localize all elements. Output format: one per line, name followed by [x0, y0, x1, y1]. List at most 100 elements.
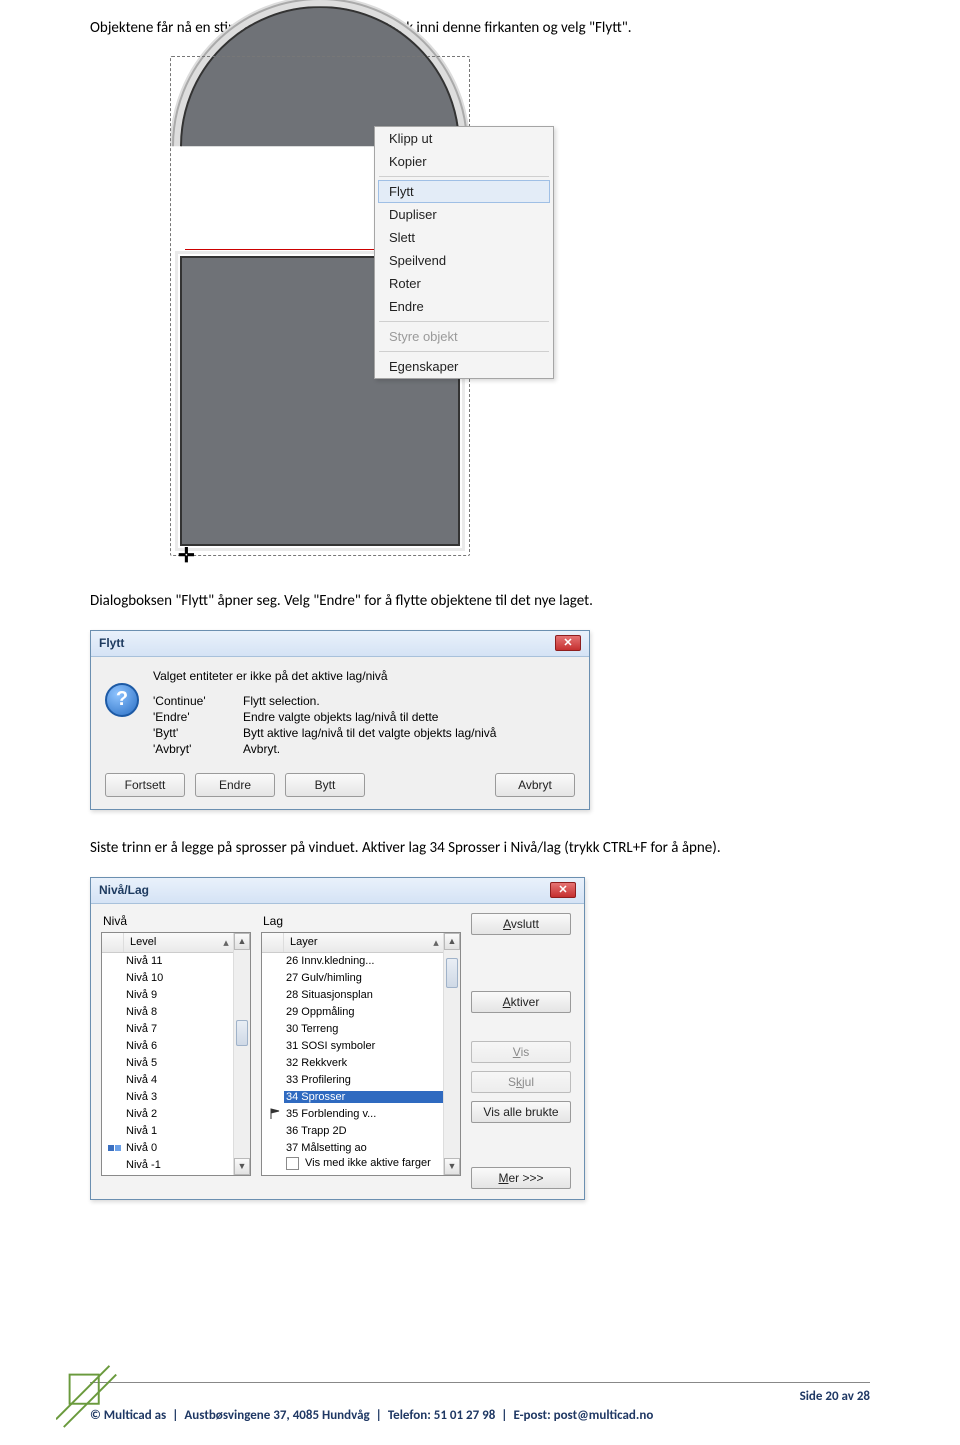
list-item[interactable]: Nivå 2 — [102, 1106, 233, 1123]
list-item[interactable]: 31 SOSI symboler — [262, 1038, 443, 1055]
list-item[interactable]: Nivå -1 — [102, 1157, 233, 1174]
list-item[interactable]: 33 Profilering — [262, 1072, 443, 1089]
scroll-thumb[interactable] — [446, 958, 458, 988]
lag-listbox[interactable]: Layer ▴ 26 Innv.kledning...27 Gulv/himli… — [261, 932, 461, 1176]
scroll-down-icon[interactable]: ▼ — [444, 1158, 460, 1175]
def-val: Flytt selection. — [243, 693, 320, 709]
paragraph-3: Siste trinn er å legge på sprosser på vi… — [90, 838, 870, 858]
page-number: Side 20 av 28 — [800, 1389, 870, 1404]
scrollbar[interactable]: ▲ ▼ — [443, 933, 460, 1175]
checkbox-label: Vis med ikke aktive farger — [305, 1157, 431, 1169]
scroll-up-icon[interactable]: ▲ — [444, 933, 460, 950]
menu-item-klipp-ut[interactable]: Klipp ut — [375, 127, 553, 150]
endre-button[interactable]: Endre — [195, 773, 275, 797]
list-item[interactable]: Nivå 1 — [102, 1123, 233, 1140]
scroll-up-icon[interactable]: ▲ — [234, 933, 250, 950]
list-item-label: Nivå 5 — [124, 1057, 233, 1069]
list-item[interactable]: Nivå 7 — [102, 1021, 233, 1038]
menu-item-roter[interactable]: Roter — [375, 272, 553, 295]
footer-logo — [56, 1361, 124, 1429]
list-item[interactable]: 37 Målsetting ao — [262, 1140, 443, 1157]
skjul-button[interactable]: Skjul — [471, 1071, 571, 1093]
list-item[interactable]: Nivå 4 — [102, 1072, 233, 1089]
list-item[interactable]: 35 Forblending v... — [262, 1106, 443, 1123]
close-button[interactable]: ✕ — [550, 882, 576, 898]
checkbox-row[interactable]: Vis med ikke aktive farger — [262, 1157, 443, 1172]
def-val: Endre valgte objekts lag/nivå til dette — [243, 709, 438, 725]
close-button[interactable]: ✕ — [555, 635, 581, 651]
menu-item-endre[interactable]: Endre — [375, 295, 553, 318]
footer-phone: Telefon: 51 01 27 98 — [388, 1408, 495, 1423]
list-item-label: Nivå 4 — [124, 1074, 233, 1086]
list-item[interactable]: Nivå 10 — [102, 970, 233, 987]
checkbox[interactable] — [286, 1157, 299, 1170]
scroll-down-icon[interactable]: ▼ — [234, 1158, 250, 1175]
def-key: 'Bytt' — [153, 725, 233, 741]
menu-item-slett[interactable]: Slett — [375, 226, 553, 249]
scroll-thumb[interactable] — [236, 1020, 248, 1046]
list-item-label: 36 Trapp 2D — [284, 1125, 443, 1137]
niva-label: Nivå — [101, 912, 251, 932]
layer-icon — [266, 1108, 284, 1120]
list-item[interactable]: 26 Innv.kledning... — [262, 953, 443, 970]
list-item-label: 28 Situasjonsplan — [284, 989, 443, 1001]
list-item[interactable]: 36 Trapp 2D — [262, 1123, 443, 1140]
menu-item-egenskaper[interactable]: Egenskaper — [375, 355, 553, 378]
list-item[interactable]: 34 Sprosser — [262, 1089, 443, 1106]
list-item-label: 29 Oppmåling — [284, 1006, 443, 1018]
list-item-label: Nivå 0 — [124, 1142, 233, 1154]
aktiver-button[interactable]: Aktiver — [471, 991, 571, 1013]
bytt-button[interactable]: Bytt — [285, 773, 365, 797]
def-key: 'Continue' — [153, 693, 233, 709]
list-item[interactable]: Nivå 6 — [102, 1038, 233, 1055]
niva-listbox[interactable]: Level ▴ Nivå 11Nivå 10 Nivå 9 Nivå 8Nivå 7… — [101, 932, 251, 1176]
dialog-message: Valget entiteter er ikke på det aktive l… — [153, 669, 575, 683]
dialog-titlebar: Flytt ✕ — [91, 631, 589, 657]
list-item[interactable]: Nivå 0 — [102, 1140, 233, 1157]
dialog-title: Nivå/Lag — [99, 883, 149, 897]
scrollbar[interactable]: ▲ ▼ — [233, 933, 250, 1175]
list-item-label: 33 Profilering — [284, 1074, 443, 1086]
nivalag-dialog: Nivå/Lag ✕ Nivå Level ▴ Nivå 11Nivå 10 Ni… — [90, 877, 585, 1200]
list-item[interactable]: Nivå 11 — [102, 953, 233, 970]
list-item[interactable]: Nivå 8 — [102, 1004, 233, 1021]
dialog-def-row: 'Continue' Flytt selection. — [153, 693, 575, 709]
list-header[interactable]: Layer ▴ — [262, 933, 443, 953]
dialog-titlebar: Nivå/Lag ✕ — [91, 878, 584, 904]
avslutt-button[interactable]: Avslutt — [471, 913, 571, 935]
mer-button[interactable]: Mer >>> — [471, 1167, 571, 1189]
menu-item-speilvend[interactable]: Speilvend — [375, 249, 553, 272]
menu-item-kopier[interactable]: Kopier — [375, 150, 553, 173]
fortsett-button[interactable]: Fortsett — [105, 773, 185, 797]
list-header[interactable]: Level ▴ — [102, 933, 233, 953]
def-val: Avbryt. — [243, 741, 280, 757]
list-item-label: Nivå 1 — [124, 1125, 233, 1137]
list-item[interactable]: 32 Rekkverk — [262, 1055, 443, 1072]
list-item[interactable]: Nivå 9 — [102, 987, 233, 1004]
list-item[interactable]: Nivå 3 — [102, 1089, 233, 1106]
close-icon: ✕ — [563, 638, 572, 649]
list-item[interactable]: 29 Oppmåling — [262, 1004, 443, 1021]
list-item[interactable]: 28 Situasjonsplan — [262, 987, 443, 1004]
figure-context-menu: ✛ Klipp utKopierFlyttDupliserSlettSpeilv… — [130, 56, 620, 561]
list-item-label: 35 Forblending v... — [284, 1108, 443, 1120]
dialog-def-row: 'Bytt'Bytt aktive lag/nivå til det valgt… — [153, 725, 575, 741]
cursor-move-icon: ✛ — [178, 543, 195, 568]
menu-item-flytt[interactable]: Flytt — [378, 180, 550, 203]
list-item-label: 30 Terreng — [284, 1023, 443, 1035]
list-item[interactable]: Nivå 5 — [102, 1055, 233, 1072]
sort-asc-icon: ▴ — [219, 936, 233, 949]
level-icon — [106, 1143, 124, 1153]
avbryt-button[interactable]: Avbryt — [495, 773, 575, 797]
vis-button[interactable]: Vis — [471, 1041, 571, 1063]
vis-alle-brukte-button[interactable]: Vis alle brukte — [471, 1101, 571, 1123]
layer-header: Layer — [284, 936, 429, 948]
dialog-title: Flytt — [99, 636, 124, 650]
def-key: 'Endre' — [153, 709, 233, 725]
flytt-dialog: Flytt ✕ ? Valget entiteter er ikke på de… — [90, 630, 590, 811]
level-header: Level — [124, 936, 219, 948]
list-item[interactable]: 30 Terreng — [262, 1021, 443, 1038]
menu-item-dupliser[interactable]: Dupliser — [375, 203, 553, 226]
list-item[interactable]: 27 Gulv/himling — [262, 970, 443, 987]
list-item-label: Nivå 9 — [124, 989, 233, 1001]
